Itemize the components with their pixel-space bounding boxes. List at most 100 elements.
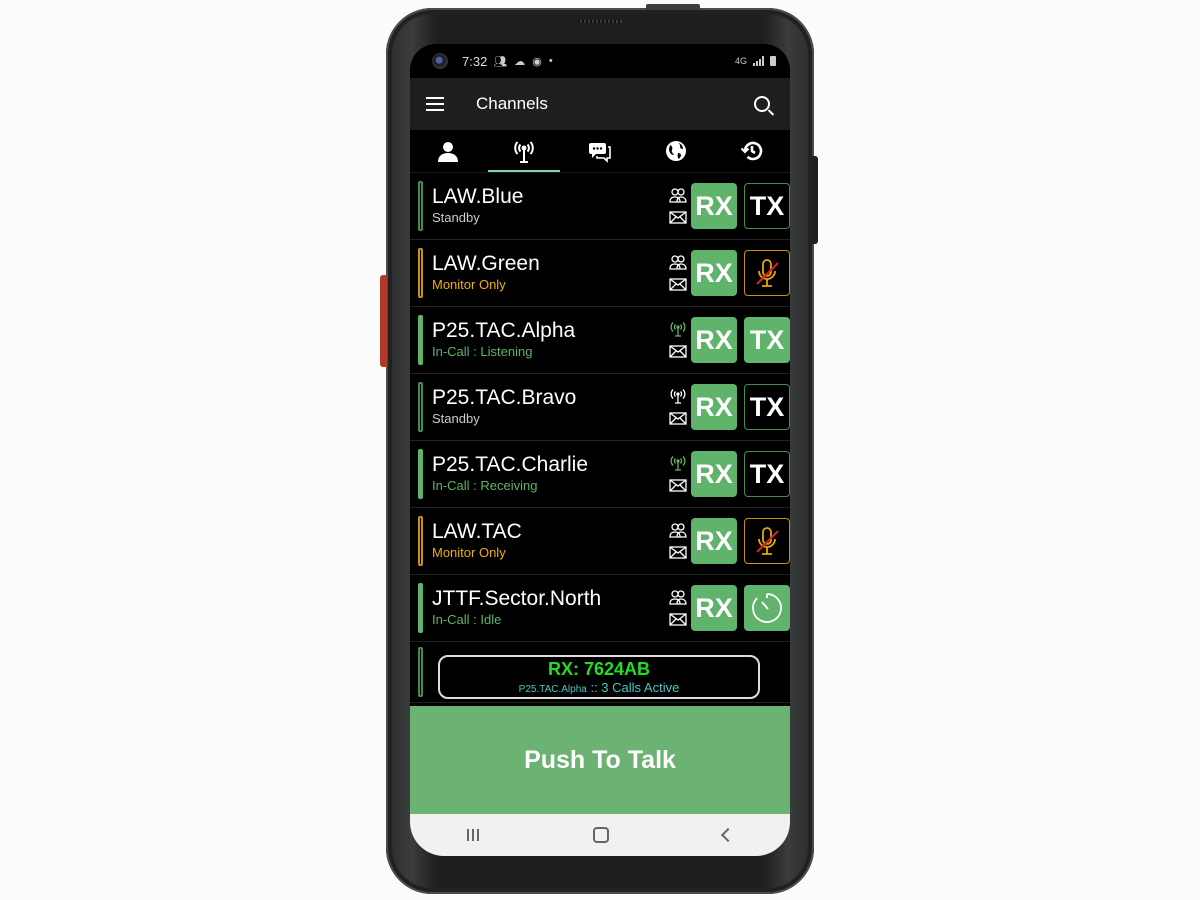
message-icon[interactable] [669,209,687,225]
channel-row[interactable]: LAW.Blue Standby RX TX [410,173,790,240]
channel-list: LAW.Blue Standby RX TX LAW.Green Monitor… [410,173,790,703]
channel-status: Monitor Only [432,277,506,292]
rx-button[interactable]: RX [691,518,737,564]
tab-channels[interactable] [486,130,562,172]
radio-tower-icon [670,322,686,337]
person-icon [438,142,458,162]
camera-icon [432,53,448,69]
status-bar: 7:32 👥︎ ☁︎ ◉ • 4G [410,44,790,78]
tx-muted-button[interactable] [744,518,790,564]
message-icon[interactable] [669,611,687,627]
globe-icon [666,141,686,161]
rx-button[interactable]: RX [691,250,737,296]
earpiece-speaker [578,20,622,23]
radio-tower-icon [514,141,534,163]
phone-ptt-side-button [380,275,387,367]
tab-messages[interactable] [562,130,638,172]
channel-name: LAW.TAC [432,520,522,543]
toast-title: RX: 7624AB [547,659,651,679]
rx-button[interactable]: RX [691,384,737,430]
battery-icon [770,56,776,66]
channel-status: Monitor Only [432,545,506,560]
tx-timer-button[interactable] [744,585,790,631]
phone-volume-button [812,156,818,244]
channel-state-bar [418,647,423,697]
radio-tower-icon [670,456,686,471]
location-icon: ◉ [532,55,542,68]
toast-calls: 3 Calls Active [601,680,680,695]
tx-button[interactable]: TX [744,317,790,363]
channel-state-bar [418,315,423,365]
rx-button[interactable]: RX [691,183,737,229]
phone-top-button [646,4,700,10]
channel-status: Standby [432,210,480,225]
tx-button[interactable]: TX [744,183,790,229]
rx-button[interactable]: RX [691,585,737,631]
rx-button[interactable]: RX [691,451,737,497]
channel-row[interactable]: P25.TAC.Charlie In-Call : Receiving RX T… [410,441,790,508]
people-icon: 👥︎ [493,55,508,68]
search-icon[interactable] [754,96,770,112]
mic-muted-icon [756,527,779,555]
recent-apps-icon[interactable] [467,829,479,841]
group-icon [669,188,687,203]
channel-state-bar [418,248,423,298]
channel-name: P25.TAC.Bravo [432,386,577,409]
back-icon[interactable] [720,827,736,843]
hamburger-menu-icon[interactable] [426,97,444,111]
tab-history[interactable] [714,130,790,172]
channel-name: P25.TAC.Charlie [432,453,589,476]
channel-row[interactable]: P25.TAC.Alpha In-Call : Listening RX TX [410,307,790,374]
channel-name: P25.TAC.Alpha [432,319,576,342]
channel-state-bar [418,449,423,499]
status-time: 7:32 [462,53,488,69]
message-icon[interactable] [669,276,687,292]
channel-status: In-Call : Listening [432,344,533,359]
message-icon[interactable] [669,544,687,560]
group-icon [669,523,687,538]
toast-channel: P25.TAC.Alpha [518,684,587,695]
channel-status: In-Call : Receiving [432,478,538,493]
tab-global[interactable] [638,130,714,172]
history-icon [740,141,763,161]
channel-row[interactable]: LAW.Green Monitor Only RX [410,240,790,307]
tx-button[interactable]: TX [744,384,790,430]
screen: 7:32 👥︎ ☁︎ ◉ • 4G Channels LAW.Blue Stan… [410,44,790,856]
android-nav-bar [410,814,790,856]
tx-button[interactable]: TX [744,451,790,497]
channel-status: Standby [432,411,480,426]
push-to-talk-button[interactable]: Push To Talk [410,706,790,814]
channel-row[interactable]: JTTF.Sector.North In-Call : Idle RX [410,575,790,642]
tab-contacts[interactable] [410,130,486,172]
channel-row[interactable]: LAW.TAC Monitor Only RX [410,508,790,575]
channel-name: LAW.Green [432,252,540,275]
toast-subtitle: P25.TAC.Alpha :: 3 Calls Active [440,680,758,698]
home-icon[interactable] [593,827,609,843]
group-icon [669,590,687,605]
channel-name: JTTF.Sector.North [432,587,602,610]
page-title: Channels [476,94,548,113]
tab-bar [410,130,790,173]
message-icon[interactable] [669,343,687,359]
signal-icon [753,56,764,66]
rx-button[interactable]: RX [691,317,737,363]
rx-toast: RX: 7624AB P25.TAC.Alpha :: 3 Calls Acti… [438,655,760,699]
channel-state-bar [418,516,423,566]
dot-icon: • [548,55,553,67]
timer-icon [752,593,782,623]
tx-muted-button[interactable] [744,250,790,296]
channel-state-bar [418,181,423,231]
toast-separator: :: [586,680,602,695]
channel-row[interactable]: P25.TAC.Bravo Standby RX TX [410,374,790,441]
channel-state-bar [418,583,423,633]
channel-state-bar [418,382,423,432]
chat-bubbles-icon [589,143,611,163]
radio-tower-icon [670,389,686,404]
channel-name: LAW.Blue [432,185,524,208]
app-bar: Channels [410,78,790,130]
mic-muted-icon [756,259,779,287]
cloud-icon: ☁︎ [514,55,526,68]
message-icon[interactable] [669,410,687,426]
group-icon [669,255,687,270]
message-icon[interactable] [669,477,687,493]
